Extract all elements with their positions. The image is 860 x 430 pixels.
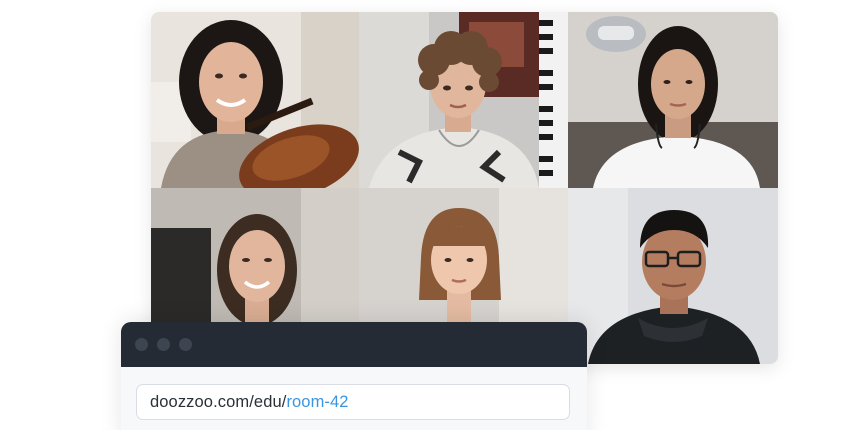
window-minimize-dot[interactable] bbox=[157, 338, 170, 351]
browser-window: doozzoo.com/edu/room-42 bbox=[121, 322, 587, 430]
video-call-grid bbox=[151, 12, 778, 364]
participant-violinist-video bbox=[151, 12, 359, 188]
video-tile-1[interactable] bbox=[151, 12, 359, 188]
url-room-slug: room-42 bbox=[286, 392, 349, 411]
video-tile-6[interactable] bbox=[568, 188, 778, 364]
browser-title-bar bbox=[121, 322, 587, 367]
video-tile-2[interactable] bbox=[359, 12, 568, 188]
participant-glasses-man-video bbox=[568, 188, 778, 364]
browser-content: doozzoo.com/edu/room-42 bbox=[121, 367, 587, 430]
window-maximize-dot[interactable] bbox=[179, 338, 192, 351]
url-base-text: doozzoo.com/edu/ bbox=[150, 392, 287, 411]
participant-curly-hair-video bbox=[359, 12, 568, 188]
participant-white-shirt-video bbox=[568, 12, 778, 188]
video-tile-3[interactable] bbox=[568, 12, 778, 188]
url-address-bar[interactable]: doozzoo.com/edu/room-42 bbox=[136, 384, 570, 420]
window-close-dot[interactable] bbox=[135, 338, 148, 351]
